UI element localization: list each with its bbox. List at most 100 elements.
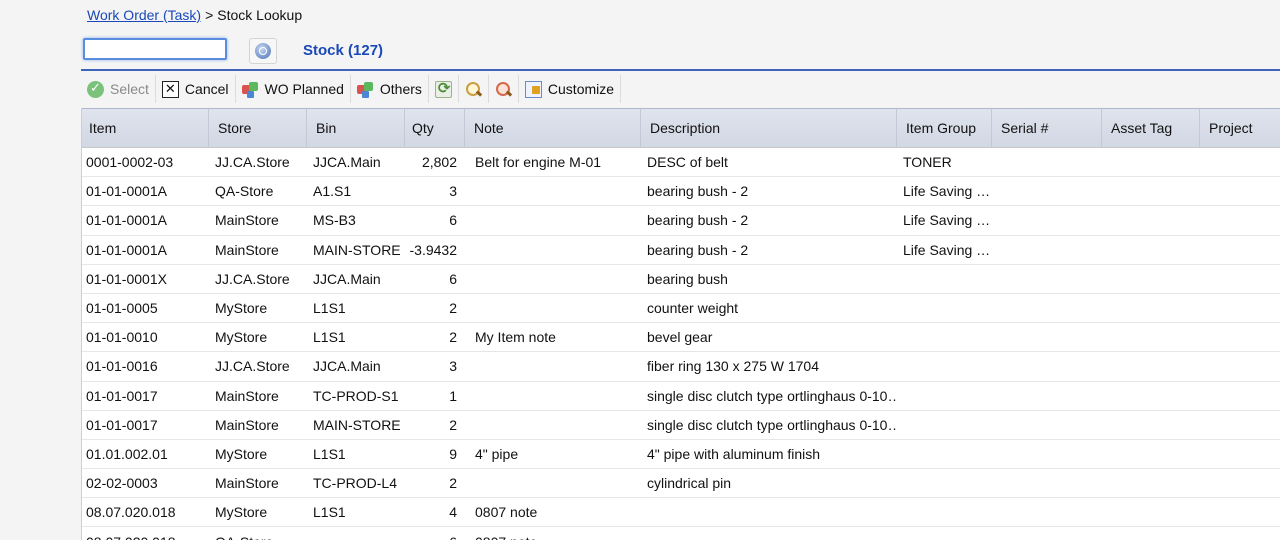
column-header-note[interactable]: Note xyxy=(465,109,641,147)
cell-item: 01-01-0017 xyxy=(86,387,158,404)
toolbar: Select Cancel WO Planned Others Customiz… xyxy=(81,75,622,103)
cell-item-group xyxy=(897,469,992,497)
cell-qty: 1 xyxy=(449,387,457,404)
cell-project xyxy=(1200,469,1280,497)
cell-serial xyxy=(992,177,1102,205)
cell-bin xyxy=(307,527,405,540)
column-header-project[interactable]: Project xyxy=(1200,109,1280,147)
column-header-item-group[interactable]: Item Group xyxy=(897,109,992,147)
cell-asset-tag xyxy=(1102,440,1200,468)
cell-project xyxy=(1200,206,1280,234)
cell-item-group: Life Saving … xyxy=(903,183,991,200)
cell-store: MyStore xyxy=(215,329,268,346)
cell-qty: -3.9432 xyxy=(409,241,457,258)
cell-serial xyxy=(992,382,1102,410)
cell-item-group: TONER xyxy=(903,154,952,171)
search-button[interactable] xyxy=(249,38,277,64)
table-row[interactable]: 01-01-0001X JJ.CA.Store JJCA.Main 6 bearing … xyxy=(82,265,1280,294)
cell-item: 01-01-0005 xyxy=(86,300,158,317)
cell-note: My Item note xyxy=(475,329,556,346)
cell-item: 01-01-0001X xyxy=(86,270,167,287)
search-input[interactable] xyxy=(83,38,227,60)
cell-project xyxy=(1200,382,1280,410)
cell-note xyxy=(465,294,641,322)
cell-project xyxy=(1200,294,1280,322)
table-row[interactable]: 08.07.020.018QA-Store 60807 note xyxy=(82,527,1280,540)
cell-item-group xyxy=(897,265,992,293)
table-header: Item Store Bin Qty Note Description Item… xyxy=(82,108,1280,148)
cell-item-group: Life Saving … xyxy=(903,241,991,258)
cell-qty: 6 xyxy=(405,527,465,540)
cell-project xyxy=(1200,411,1280,439)
cell-asset-tag xyxy=(1102,498,1200,526)
select-button[interactable]: Select xyxy=(81,75,156,103)
cell-serial xyxy=(992,440,1102,468)
cell-qty: 2 xyxy=(449,475,457,492)
others-label: Others xyxy=(379,81,422,97)
table-row[interactable]: 01-01-0005 MyStore L1S1 2 counter weight xyxy=(82,294,1280,324)
cell-store: MainStore xyxy=(215,241,279,258)
customize-label: Customize xyxy=(547,81,615,97)
cell-store: MainStore xyxy=(215,416,279,433)
others-button[interactable]: Others xyxy=(351,75,429,103)
table-row[interactable]: 01-01-0001A MainStore MS-B3 6 bearing bush -… xyxy=(82,206,1280,236)
cell-description: DESC of belt xyxy=(647,154,728,171)
cell-note: Belt for engine M-01 xyxy=(475,154,602,171)
stock-table: Item Store Bin Qty Note Description Item… xyxy=(81,108,1280,540)
cell-store: QA-Store xyxy=(215,183,274,200)
cell-bin: L1S1 xyxy=(313,445,346,462)
cell-item-group xyxy=(897,527,992,540)
table-row[interactable]: 01.01.002.01 MyStore L1S1 9 4" pipe 4" pipe w… xyxy=(82,440,1280,470)
page-title: Stock (127) xyxy=(303,42,384,59)
find-button[interactable] xyxy=(459,75,489,103)
table-row[interactable]: 01-01-0017 MainStore TC-PROD-S1 1 single dis… xyxy=(82,382,1280,411)
cell-asset-tag xyxy=(1102,382,1200,410)
clear-find-button[interactable] xyxy=(489,75,519,103)
column-header-store[interactable]: Store xyxy=(209,109,307,147)
cell-qty: 2 xyxy=(449,416,457,433)
table-row[interactable]: 02-02-0003 MainStore TC-PROD-L4 2 cylindrica… xyxy=(82,469,1280,499)
cell-item-group xyxy=(897,498,992,526)
breadcrumb-separator: > xyxy=(205,7,214,23)
select-label: Select xyxy=(110,81,149,97)
refresh-button[interactable] xyxy=(429,75,459,103)
cell-note xyxy=(465,177,641,205)
table-row[interactable]: 01-01-0010 MyStore L1S1 2 My Item note bevel … xyxy=(82,323,1280,353)
table-row[interactable]: 08.07.020.018 MyStore L1S1 4 0807 note xyxy=(82,498,1280,528)
cell-bin: A1.S1 xyxy=(313,183,352,200)
cell-item-group xyxy=(897,294,992,322)
cell-note xyxy=(465,352,641,380)
cell-project xyxy=(1200,498,1280,526)
column-header-bin[interactable]: Bin xyxy=(307,109,405,147)
customize-button[interactable]: Customize xyxy=(519,75,622,103)
table-row[interactable]: 0001-0002-03 JJ.CA.Store JJCA.Main 2,802 Bel… xyxy=(82,148,1280,178)
column-header-description[interactable]: Description xyxy=(641,109,897,147)
cell-note: 0807 note xyxy=(465,527,641,540)
cell-store: JJ.CA.Store xyxy=(215,358,290,375)
column-header-asset-tag[interactable]: Asset Tag xyxy=(1102,109,1200,147)
cell-asset-tag xyxy=(1102,527,1200,540)
table-row[interactable]: 01-01-0017 MainStore MAIN-STORE 2 single dis… xyxy=(82,411,1280,440)
cell-item: 08.07.020.018 xyxy=(82,527,209,540)
cell-store: MyStore xyxy=(215,445,268,462)
cell-project xyxy=(1200,177,1280,205)
cell-note xyxy=(465,236,641,264)
cell-description: 4" pipe with aluminum finish xyxy=(647,445,821,462)
cell-description: single disc clutch type ortlinghaus 0-10… xyxy=(647,416,897,433)
cell-description: bearing bush xyxy=(647,270,728,287)
wo-planned-button[interactable]: WO Planned xyxy=(236,75,351,103)
table-row[interactable]: 01-01-0016 JJ.CA.Store JJCA.Main 3 fiber rin… xyxy=(82,352,1280,382)
cell-project xyxy=(1200,352,1280,380)
column-header-serial[interactable]: Serial # xyxy=(992,109,1102,147)
cell-item-group xyxy=(897,382,992,410)
column-header-item[interactable]: Item xyxy=(82,109,209,147)
breadcrumb-link-work-order[interactable]: Work Order (Task) xyxy=(87,7,201,23)
table-row[interactable]: 01-01-0001A QA-Store A1.S1 3 bearing bush - … xyxy=(82,177,1280,207)
cell-note xyxy=(465,469,641,497)
cell-asset-tag xyxy=(1102,148,1200,176)
cell-bin: TC-PROD-L4 xyxy=(313,475,398,492)
cancel-button[interactable]: Cancel xyxy=(156,75,236,103)
column-header-qty[interactable]: Qty xyxy=(405,109,465,147)
table-row[interactable]: 01-01-0001A MainStore MAIN-STORE -3.9432 bea… xyxy=(82,236,1280,265)
cell-qty: 2 xyxy=(449,329,457,346)
